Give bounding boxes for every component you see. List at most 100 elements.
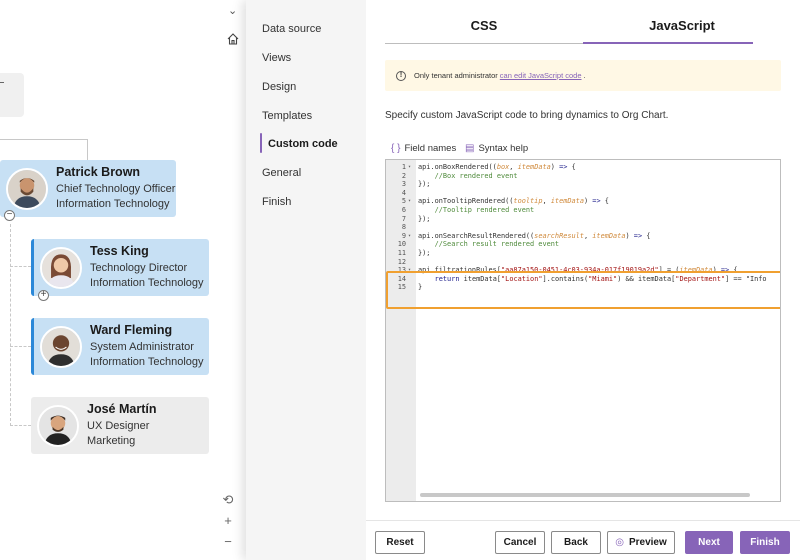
code-text: api.onTooltipRendered((tooltip, itemData… <box>418 197 609 206</box>
org-node-card[interactable]: Ward Fleming System Administrator Inform… <box>31 318 209 375</box>
person-department: Information Technology <box>90 356 204 368</box>
line-number: 5 <box>401 197 406 206</box>
eye-icon: ◎ <box>615 537 624 548</box>
reset-button[interactable]: Reset <box>375 531 425 554</box>
line-number: 6 <box>401 205 406 214</box>
nav-item-general[interactable]: General <box>262 167 301 179</box>
code-line: 8 <box>386 223 780 232</box>
code-line: 3}); <box>386 180 780 189</box>
avatar <box>40 325 82 368</box>
code-text: api.onSearchResultRendered((searchResult… <box>418 231 651 240</box>
code-line: 1 ▾ api.onBoxRendered((box, itemData) => { <box>386 163 780 172</box>
person-name: Patrick Brown <box>56 165 141 179</box>
line-number: 12 <box>397 257 406 266</box>
fold-icon[interactable]: ▾ <box>408 197 414 206</box>
tab-css[interactable]: CSS <box>385 18 583 44</box>
home-icon[interactable] <box>226 32 240 46</box>
fold-icon[interactable]: ▾ <box>408 232 414 241</box>
code-text: return itemData["Location"].contains("Mi… <box>434 274 767 283</box>
notice-link[interactable]: can edit JavaScript code <box>500 71 582 80</box>
tab-divider <box>385 43 583 44</box>
person-department: Information Technology <box>90 277 204 289</box>
code-line: 14 return itemData["Location"].contains(… <box>386 275 780 284</box>
settings-panel: Data source Views Design Templates Custo… <box>246 0 800 560</box>
expand-toggle[interactable]: + <box>38 290 49 301</box>
line-number: 2 <box>401 171 406 180</box>
code-text: }); <box>418 180 431 189</box>
code-text: //Search result rendered event <box>418 240 560 249</box>
code-line: 6 //Tooltip rendered event <box>386 206 780 215</box>
code-line: 9 ▾ api.onSearchResultRendered((searchResu… <box>386 232 780 241</box>
code-line: 10 //Search result rendered event <box>386 240 780 249</box>
code-line: 11}); <box>386 249 780 258</box>
tab-javascript[interactable]: JavaScript <box>583 18 781 44</box>
line-number: 9 <box>401 231 406 240</box>
code-text: api.filtrationRules["aa87a150-0451-4c03-… <box>418 266 738 275</box>
collapse-toggle[interactable]: − <box>4 210 15 221</box>
code-line: 15} <box>386 283 780 292</box>
parent-node-card[interactable] <box>0 73 24 117</box>
line-number: 13 <box>397 266 406 275</box>
code-line: 4 <box>386 189 780 198</box>
line-number: 8 <box>401 223 406 232</box>
avatar <box>6 167 48 210</box>
person-name: Tess King <box>90 244 149 258</box>
connector-line <box>10 346 31 347</box>
avatar <box>40 246 82 289</box>
nav-item-templates[interactable]: Templates <box>262 110 312 122</box>
chevron-down-icon[interactable]: ⌄ <box>228 4 237 17</box>
code-text: api.onBoxRendered((box, itemData) => { <box>418 163 576 171</box>
org-chart-canvas[interactable]: ⌄ Patrick Brown Chief Technology Officer… <box>0 0 246 560</box>
line-number: 4 <box>401 188 406 197</box>
nav-item-custom-code[interactable]: Custom code <box>268 138 338 150</box>
person-title: Chief Technology Officer <box>56 183 176 195</box>
line-number: 7 <box>401 214 406 223</box>
code-line: 13 ▾ api.filtrationRules["aa87a150-0451-4c… <box>386 266 780 275</box>
person-title: UX Designer <box>87 420 150 432</box>
zoom-out-icon[interactable]: − <box>219 533 237 551</box>
active-nav-indicator <box>260 133 262 153</box>
preview-button[interactable]: ◎ Preview <box>607 531 675 554</box>
back-button[interactable]: Back <box>551 531 601 554</box>
nav-item-views[interactable]: Views <box>262 52 291 64</box>
nav-item-design[interactable]: Design <box>262 81 296 93</box>
connector-line <box>87 139 88 161</box>
org-node-card[interactable]: Tess King Technology Director Informatio… <box>31 239 209 296</box>
cancel-button[interactable]: Cancel <box>495 531 545 554</box>
syntax-help-button[interactable]: ▤ Syntax help <box>465 143 528 154</box>
org-node-card[interactable]: José Martín UX Designer Marketing <box>31 397 209 454</box>
horizontal-scrollbar[interactable] <box>420 493 750 497</box>
line-number: 10 <box>397 240 406 249</box>
org-node-card[interactable]: Patrick Brown Chief Technology Officer I… <box>0 160 176 217</box>
notice-text-end: . <box>583 71 586 80</box>
nav-item-finish[interactable]: Finish <box>262 196 291 208</box>
custom-code-content: CSS JavaScript ! Only tenant administrat… <box>366 0 800 560</box>
fold-icon[interactable]: ▾ <box>408 266 414 275</box>
syntax-help-label: Syntax help <box>478 143 529 154</box>
wizard-footer: Reset Cancel Back ◎ Preview Next Finish <box>366 520 800 560</box>
section-description: Specify custom JavaScript code to bring … <box>385 110 669 121</box>
code-line: 5 ▾ api.onTooltipRendered((tooltip, itemDa… <box>386 197 780 206</box>
person-name: Ward Fleming <box>90 323 173 337</box>
code-text: }); <box>418 248 431 257</box>
person-department: Information Technology <box>56 198 170 210</box>
line-number: 14 <box>397 274 406 283</box>
field-names-button[interactable]: { } Field names <box>391 143 456 154</box>
permission-notice: ! Only tenant administrator can edit Jav… <box>385 60 781 91</box>
person-department: Marketing <box>87 435 136 447</box>
active-tab-indicator <box>583 42 753 44</box>
next-button[interactable]: Next <box>685 531 733 554</box>
line-number: 3 <box>401 180 406 189</box>
avatar <box>37 404 79 447</box>
finish-button[interactable]: Finish <box>740 531 790 554</box>
parent-node-marker <box>0 82 4 83</box>
reset-zoom-icon[interactable]: ⟲ <box>219 491 237 509</box>
nav-item-data-source[interactable]: Data source <box>262 23 321 35</box>
zoom-in-icon[interactable]: + <box>219 512 237 530</box>
code-editor[interactable]: 1 ▾ api.onBoxRendered((box, itemData) => {… <box>385 159 781 502</box>
connector-line <box>0 139 88 140</box>
code-line: 12 <box>386 258 780 267</box>
code-text: //Tooltip rendered event <box>418 205 535 214</box>
connector-line <box>10 224 11 426</box>
fold-icon[interactable]: ▾ <box>408 163 414 172</box>
